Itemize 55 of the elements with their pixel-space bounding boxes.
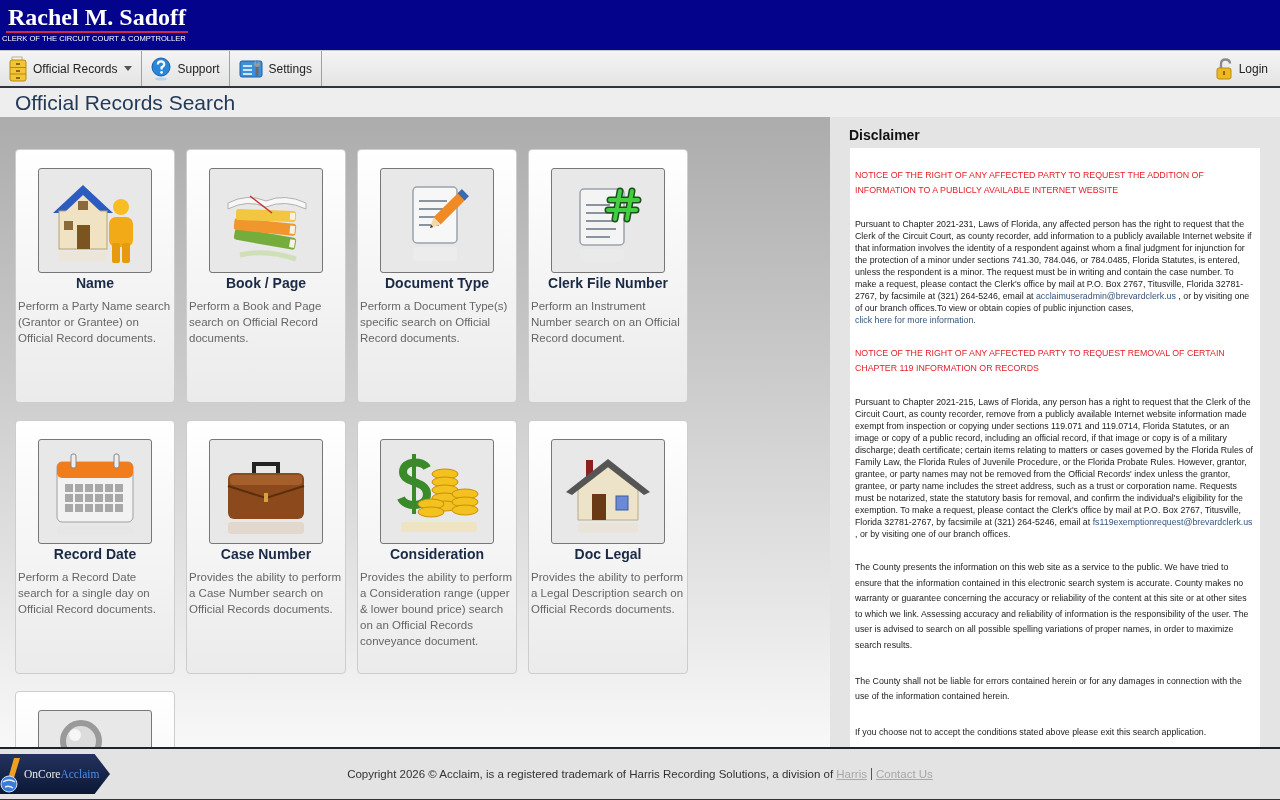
card-description: Provides the ability to perform a Consideration range (upper & lower bound price) search on an Official Records conveyance document. — [359, 570, 514, 649]
book-stack-icon — [209, 168, 323, 273]
card-title: Doc Legal — [574, 546, 642, 563]
house-person-icon — [38, 168, 152, 273]
card-description: Perform a Record Date search for a single day on Official Record documents. — [17, 570, 157, 617]
card-description: Perform a Book and Page search on Official Record documents. — [188, 299, 323, 346]
briefcase-icon — [209, 439, 323, 544]
padlock-icon — [1215, 57, 1234, 80]
card-description: Provides the ability to perform a Case Number search on Official Records documents. — [188, 570, 343, 617]
login-button[interactable]: Login — [1206, 51, 1280, 86]
notice-heading: NOTICE OF THE RIGHT OF ANY AFFECTED PARTY TO REQUEST REMOVAL OF CERTAIN CHAPTER 119 INFORMATION OR RECORDS — [855, 347, 1226, 375]
card-description: Perform an Instrument Number search on an Official Record document. — [530, 299, 681, 346]
copyright-text: Copyright 2026 © Acclaim, is a registered trademark of Harris Recording Solutions, a division of Harris — [347, 768, 867, 780]
info-link[interactable]: click here for more information. — [855, 315, 976, 325]
search-card[interactable]: Book / Page Perform a Book and Page search on Official Record documents. — [186, 149, 346, 403]
search-card[interactable]: Clerk File Number Perform an Instrument Number search on an Official Record document. — [528, 149, 688, 403]
search-card[interactable]: Doc Legal Provides the ability to perform a Legal Description search on Official Records documents. — [528, 420, 688, 674]
card-title: Consideration — [389, 546, 485, 563]
card-title: Name — [75, 275, 115, 292]
page-title: Official Records Search — [14, 89, 236, 116]
card-description: Perform a Party Name search (Grantor or Grantee) on Official Record documents. — [17, 299, 172, 346]
statute-paragraph: Pursuant to Chapter 2021-215, Laws of Florida, any person has a right to request that the Clerk of the Circuit Court, as county recorder, remove from a publicly available Internet website information made exempt from inspection or copying under sections 119.071 and 119.0714, Florida Statutes, or an image or copy of a public record, including an official record, if that image or copy is of a military discharge; death certificate; certain items relating to matters or cases governed by the Florida Rules of Family Law, the Florida Rules of Juvenile Procedure, or the Florida Probate Rules. However, grantor, grantee, or party names may not be removed from the Official Records' index unless the grantor, grantee, or party name includes the street address, such as a trust or corporation name. Requests must be notarized, state the statutory basis for removal, and confirm the individual's eligibility for the exemption. To make a request, please contact the Clerk's office by mail at P.O. Box 2767, Titusville, Florida 32781-2767, by facsimile at (321) 264-5246, email at fs119exemptionrequest@brevardclerk.us , or by visiting one of our branch offices. — [855, 396, 1254, 540]
search-card[interactable]: Case Number Provides the ability to perform a Case Number search on Official Records documents. — [186, 420, 346, 674]
menu-item[interactable]: Support — [142, 51, 230, 86]
house-icon — [551, 439, 665, 544]
help-icon — [151, 56, 172, 81]
card-title: Record Date — [53, 546, 137, 563]
notice-heading: NOTICE OF THE RIGHT OF ANY AFFECTED PARTY TO REQUEST THE ADDITION OF INFORMATION TO A PUBLICLY AVAILABLE INTERNET WEBSITE — [855, 169, 1205, 197]
search-card[interactable]: Name Perform a Party Name search (Grantor or Grantee) on Official Record documents. — [15, 149, 175, 403]
search-card[interactable]: Record Date Perform a Record Date search for a single day on Official Record documents. — [15, 420, 175, 674]
email-link[interactable]: acclaimuseradmin@brevardclerk.us — [1035, 291, 1176, 301]
clerk-name: Rachel M. Sadoff — [6, 4, 188, 33]
disclaimer-paragraph: The County shall not be liable for errors contained herein or for any damages in connection with the use of the information contained herein. — [855, 674, 1243, 704]
statute-paragraph: Pursuant to Chapter 2021-231, Laws of Florida, any affected person has the right to request that the Clerk of the Circuit Court, as county recorder, add information to a publicly available Internet website if that information involves the identity of a respondent against whom a final judgment for injunction for the protection of a minor under sections 741.30, 784.046, or 784.0485, Florida Statutes, is entered, unless the respondent is a minor. The request must be in writing and contain the case number. To make a request, please contact the Clerk's office by mail at P.O. Box 2767, Titusville, Florida 32781-2767, by facsimile at (321) 264-5246, email at acclaimuseradmin@brevardclerk.us , or by visiting one of our branch offices.To view or obtain copies of public injunction cases, click here for more information. — [855, 218, 1253, 326]
calendar-icon — [38, 439, 152, 544]
disclaimer-paragraph: If you choose not to accept the conditions stated above please exit this search application. — [855, 725, 1208, 739]
disclaimer-title: Disclaimer — [849, 126, 920, 144]
document-hash-icon — [551, 168, 665, 273]
card-title: Book / Page — [225, 275, 307, 292]
dollar-coins-icon — [380, 439, 494, 544]
wrench-panel-icon — [238, 58, 263, 79]
email-link[interactable]: fs119exemptionrequest@brevardclerk.us — [1092, 517, 1253, 527]
file-cabinet-icon — [9, 55, 27, 82]
card-description: Perform a Document Type(s) specific search on Official Record documents. — [359, 299, 509, 346]
menu-item[interactable]: Settings — [229, 51, 322, 86]
search-card[interactable]: Document Type Perform a Document Type(s) specific search on Official Record documents. — [357, 149, 517, 403]
card-title: Document Type — [385, 275, 489, 292]
card-description: Provides the ability to perform a Legal Description search on Official Records documents. — [530, 570, 685, 617]
menu-item[interactable]: Official Records — [0, 51, 143, 86]
search-card[interactable]: Consideration Provides the ability to perform a Consideration range (upper & lower bound price) search on an Official Records conveyance document. — [357, 420, 517, 674]
card-title: Case Number — [220, 546, 312, 563]
document-pencil-icon — [380, 168, 494, 273]
card-title: Clerk File Number — [548, 275, 668, 292]
logo-text: OnCoreAcclaim — [24, 768, 100, 780]
disclaimer-paragraph: The County presents the information on this web site as a service to the public. We have tried to ensure that the information contained in this electronic search system is accurate. County makes no warranty or guarantee concerning the accuracy or reliability of the content at this site or at other sites to which we link. Assessing accuracy and reliability of information is the responsibility of the user. The user is advised to search on all possible spelling variations of proper names, in order to maximize search results. — [855, 561, 1250, 652]
